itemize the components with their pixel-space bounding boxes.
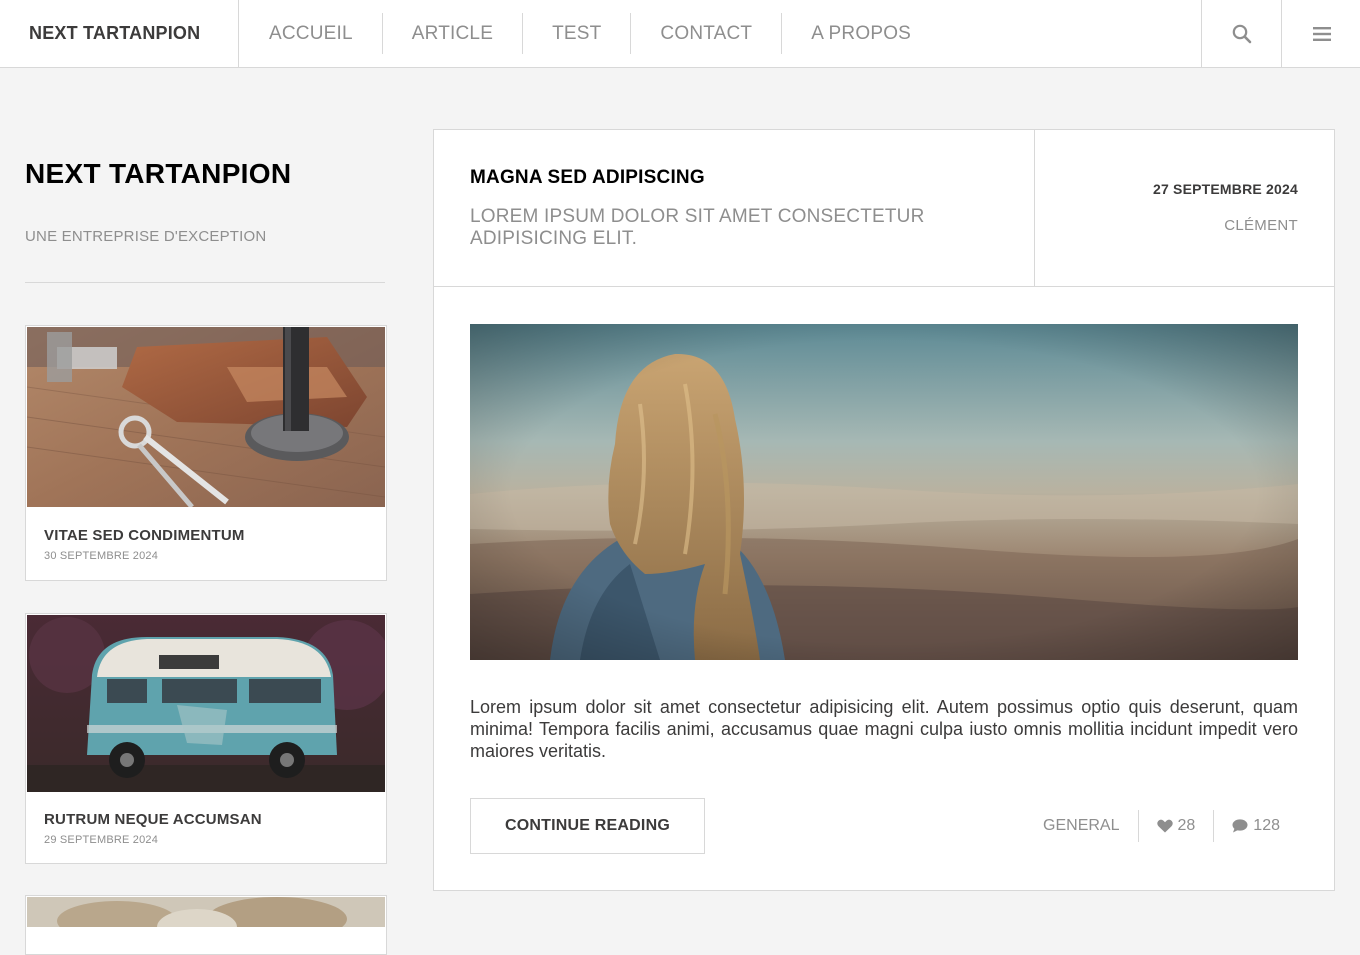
blue-van-photo[interactable] (27, 615, 385, 792)
category-label: GENERAL (1043, 817, 1120, 834)
like-count: 28 (1177, 817, 1196, 834)
mini-post-date: 29 SEPTEMBRE 2024 (44, 834, 159, 846)
mini-post[interactable]: VITAE SED CONDIMENTUM 30 SEPTEMBRE 2024 (25, 325, 387, 581)
site-logo[interactable]: NEXT TARTANPION (0, 0, 239, 67)
heart-icon (1156, 819, 1173, 833)
comment-count: 128 (1253, 817, 1280, 834)
mini-post-date: 30 SEPTEMBRE 2024 (44, 550, 159, 562)
divider (1034, 130, 1035, 287)
sidebar-title: NEXT TARTANPION (25, 158, 292, 189)
mini-post[interactable]: RUTRUM NEQUE ACCUMSAN 29 SEPTEMBRE 2024 (25, 613, 387, 864)
article-meta: GENERAL 28 128 (1025, 810, 1298, 842)
main-nav: ACCUEIL ARTICLE TEST CONTACT A PROPOS (239, 0, 940, 67)
nav-item-test[interactable]: TEST (522, 13, 630, 54)
featured-article: MAGNA SED ADIPISCING LOREM IPSUM DOLOR S… (433, 129, 1335, 891)
article-subtitle: LOREM IPSUM DOLOR SIT AMET CONSECTETUR A… (470, 206, 925, 249)
search-button[interactable] (1201, 0, 1281, 67)
woman-looking-at-landscape-photo[interactable] (470, 324, 1298, 660)
sidebar-subtitle: UNE ENTREPRISE D'EXCEPTION (25, 228, 267, 245)
divider (25, 282, 385, 283)
article-author[interactable]: CLÉMENT (1224, 217, 1298, 234)
divider (434, 286, 1334, 287)
mini-post[interactable] (25, 895, 387, 955)
hamburger-menu-icon (1312, 26, 1331, 41)
search-icon (1232, 24, 1251, 43)
nav-item-contact[interactable]: CONTACT (630, 13, 781, 54)
mini-post-title[interactable]: RUTRUM NEQUE ACCUMSAN (44, 811, 262, 828)
top-navigation-bar: NEXT TARTANPION ACCUEIL ARTICLE TEST CON… (0, 0, 1360, 68)
like-button[interactable]: 28 (1137, 810, 1214, 842)
article-title[interactable]: MAGNA SED ADIPISCING (470, 167, 705, 189)
comments-button[interactable]: 128 (1213, 810, 1298, 842)
menu-button[interactable] (1281, 0, 1360, 67)
article-date: 27 SEPTEMBRE 2024 (1152, 181, 1298, 197)
comment-icon (1232, 819, 1248, 833)
desk-tools-photo[interactable] (27, 327, 385, 507)
nav-item-article[interactable]: ARTICLE (381, 13, 522, 54)
category-link[interactable]: GENERAL (1025, 810, 1137, 842)
article-excerpt: Lorem ipsum dolor sit amet consectetur a… (470, 697, 1298, 761)
nav-item-accueil[interactable]: ACCUEIL (239, 13, 382, 54)
fluffy-animal-photo[interactable] (27, 897, 385, 927)
continue-reading-button[interactable]: CONTINUE READING (470, 798, 705, 854)
mini-post-title[interactable]: VITAE SED CONDIMENTUM (44, 527, 245, 544)
nav-item-a-propos[interactable]: A PROPOS (781, 13, 940, 54)
